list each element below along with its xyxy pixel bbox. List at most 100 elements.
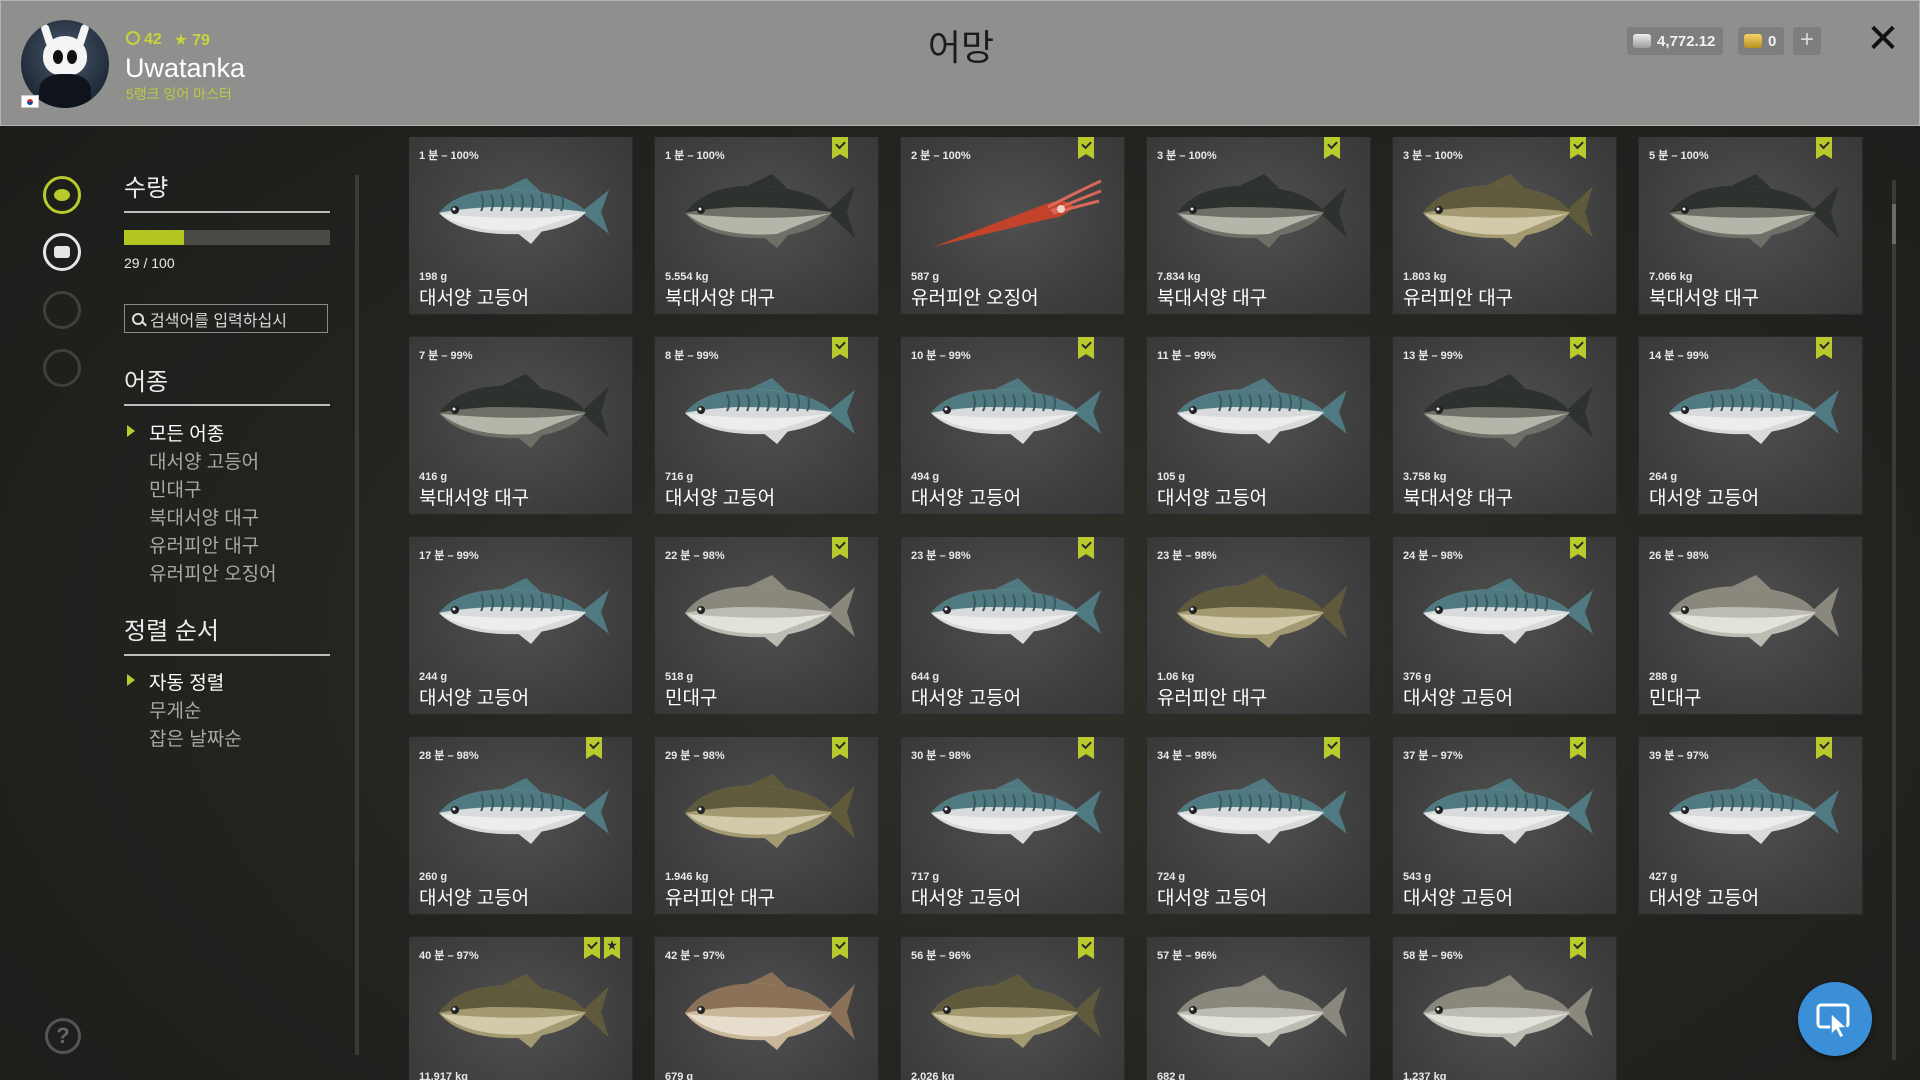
catch-card[interactable]: 34 분 – 98% 724 g 대서양 고등어 — [1147, 737, 1370, 914]
bookmark-icon[interactable] — [1078, 137, 1094, 159]
catch-card[interactable]: 42 분 – 97% 679 g — [655, 937, 878, 1080]
bookmark-icon[interactable] — [832, 137, 848, 159]
bookmark-icon[interactable] — [1816, 137, 1832, 159]
bookmark-icon[interactable] — [1324, 137, 1340, 159]
catch-card[interactable]: 28 분 – 98% 260 g 대서양 고등어 — [409, 737, 632, 914]
catch-card[interactable]: 26 분 – 98% 288 g 민대구 — [1639, 537, 1862, 714]
bookmark-icon[interactable] — [832, 737, 848, 759]
catch-card[interactable]: 1 분 – 100% 198 g 대서양 고등어 — [409, 137, 632, 314]
rank-tab-icon[interactable] — [43, 291, 81, 329]
species-option[interactable]: 북대서양 대구 — [149, 503, 259, 530]
close-button[interactable]: ✕ — [1863, 19, 1903, 59]
catch-weight: 198 g — [419, 271, 448, 283]
level-ring-icon — [126, 31, 140, 45]
search-input[interactable]: 검색어를 입력하십시 — [124, 304, 328, 333]
keepnet-icon-shape — [54, 246, 70, 258]
catch-card[interactable]: 29 분 – 98% 1.946 kg 유러피안 대구 — [655, 737, 878, 914]
mackerel-fish-image — [1177, 378, 1347, 444]
silver-balance[interactable]: 4,772.12 — [1627, 27, 1724, 55]
catch-weight: 105 g — [1157, 471, 1186, 483]
species-option[interactable]: 대서양 고등어 — [149, 447, 259, 474]
catch-card[interactable]: 13 분 – 99% 3.758 kg 북대서양 대구 — [1393, 337, 1616, 514]
catch-time: 14 분 – 99% — [1649, 350, 1709, 362]
catch-card[interactable]: 1 분 – 100% 5.554 kg 북대서양 대구 — [655, 137, 878, 314]
catch-card[interactable]: 30 분 – 98% 717 g 대서양 고등어 — [901, 737, 1124, 914]
selected-caret-icon — [127, 425, 135, 437]
bookmark-icon[interactable] — [832, 337, 848, 359]
species-option[interactable]: 유러피안 대구 — [149, 531, 259, 558]
catch-card[interactable]: 37 분 – 97% 543 g 대서양 고등어 — [1393, 737, 1616, 914]
catch-weight: 543 g — [1403, 871, 1432, 883]
catch-card[interactable]: 23 분 – 98% 644 g 대서양 고등어 — [901, 537, 1124, 714]
bookmark-icon[interactable] — [1570, 337, 1586, 359]
bookmark-icon[interactable] — [1570, 137, 1586, 159]
quantity-progress-fill — [124, 230, 184, 245]
catch-card[interactable]: 10 분 – 99% 494 g 대서양 고등어 — [901, 337, 1124, 514]
bookmark-icon[interactable] — [832, 537, 848, 559]
bookmark-icon[interactable] — [832, 937, 848, 959]
bookmark-icon[interactable] — [584, 937, 600, 959]
bookmark-icon[interactable] — [1816, 737, 1832, 759]
sort-option[interactable]: 잡은 날짜순 — [149, 724, 242, 751]
bookmark-icon[interactable] — [586, 737, 602, 759]
catch-card[interactable]: 40 분 – 97% 11.917 kg — [409, 937, 632, 1080]
catch-time: 28 분 – 98% — [419, 750, 479, 762]
bookmark-icon[interactable] — [1324, 737, 1340, 759]
species-option[interactable]: 민대구 — [149, 475, 201, 502]
home-tab-icon[interactable] — [43, 349, 81, 387]
cursor-icon — [1816, 1003, 1850, 1039]
grid-scroll-thumb[interactable] — [1892, 204, 1896, 244]
bookmark-icon[interactable] — [1570, 737, 1586, 759]
fish-catch-tab-icon[interactable] — [43, 176, 81, 214]
catch-card[interactable]: 39 분 – 97% 427 g 대서양 고등어 — [1639, 737, 1862, 914]
catch-card[interactable]: 3 분 – 100% 1.803 kg 유러피안 대구 — [1393, 137, 1616, 314]
catch-card[interactable]: 11 분 – 99% 105 g 대서양 고등어 — [1147, 337, 1370, 514]
catch-species-name: 대서양 고등어 — [911, 888, 1022, 909]
sort-option[interactable]: 무게순 — [149, 696, 201, 723]
bookmark-icon[interactable] — [1570, 537, 1586, 559]
species-option[interactable]: 모든 어종 — [149, 419, 224, 446]
catch-time: 40 분 – 97% — [419, 950, 479, 962]
mackerel-fish-image — [1669, 778, 1839, 844]
catch-card[interactable]: 17 분 – 99% 244 g 대서양 고등어 — [409, 537, 632, 714]
catch-card[interactable]: 24 분 – 98% 376 g 대서양 고등어 — [1393, 537, 1616, 714]
trophy-star-icon[interactable] — [604, 937, 620, 959]
catch-card[interactable]: 22 분 – 98% 518 g 민대구 — [655, 537, 878, 714]
grid-scrollbar[interactable] — [1892, 180, 1896, 1060]
catch-weight: 7.066 kg — [1649, 271, 1693, 283]
bookmark-icon[interactable] — [1078, 937, 1094, 959]
catch-weight: 264 g — [1649, 471, 1678, 483]
korea-flag-icon — [21, 95, 39, 108]
catch-card[interactable]: 2 분 – 100% 587 g 유러피안 오징어 — [901, 137, 1124, 314]
keepnet-tab-icon[interactable] — [43, 233, 81, 271]
species-heading: 어종 — [124, 369, 169, 396]
catch-card[interactable]: 56 분 – 96% 2.026 kg — [901, 937, 1124, 1080]
catch-card[interactable]: 58 분 – 96% 1.237 kg — [1393, 937, 1616, 1080]
cursor-mode-button[interactable] — [1798, 982, 1872, 1056]
pollack-fish-image — [685, 774, 855, 848]
catch-weight: 260 g — [419, 871, 448, 883]
gold-balance[interactable]: 0 — [1738, 27, 1785, 55]
catch-card[interactable]: 23 분 – 98% 1.06 kg 유러피안 대구 — [1147, 537, 1370, 714]
bookmark-icon[interactable] — [1570, 937, 1586, 959]
catch-species-name: 대서양 고등어 — [1157, 888, 1268, 909]
catch-card[interactable]: 7 분 – 99% 416 g 북대서양 대구 — [409, 337, 632, 514]
catch-card[interactable]: 57 분 – 96% 682 g — [1147, 937, 1370, 1080]
bookmark-icon[interactable] — [1078, 337, 1094, 359]
panel-scrollbar[interactable] — [355, 175, 359, 1055]
catch-weight: 427 g — [1649, 871, 1678, 883]
species-option[interactable]: 유러피안 오징어 — [149, 559, 277, 586]
catch-card[interactable]: 14 분 – 99% 264 g 대서양 고등어 — [1639, 337, 1862, 514]
star-stat: ★ 79 — [174, 30, 210, 50]
bookmark-icon[interactable] — [1078, 537, 1094, 559]
sort-option[interactable]: 자동 정렬 — [149, 668, 224, 695]
help-icon[interactable]: ? — [45, 1018, 81, 1054]
catch-card[interactable]: 5 분 – 100% 7.066 kg 북대서양 대구 — [1639, 137, 1862, 314]
add-currency-button[interactable]: + — [1793, 27, 1821, 55]
catch-card[interactable]: 3 분 – 100% 7.834 kg 북대서양 대구 — [1147, 137, 1370, 314]
bookmark-icon[interactable] — [1078, 737, 1094, 759]
catch-species-name: 대서양 고등어 — [1649, 488, 1760, 509]
catch-card[interactable]: 8 분 – 99% 716 g 대서양 고등어 — [655, 337, 878, 514]
bookmark-icon[interactable] — [1816, 337, 1832, 359]
cod-fish-image — [685, 972, 855, 1050]
